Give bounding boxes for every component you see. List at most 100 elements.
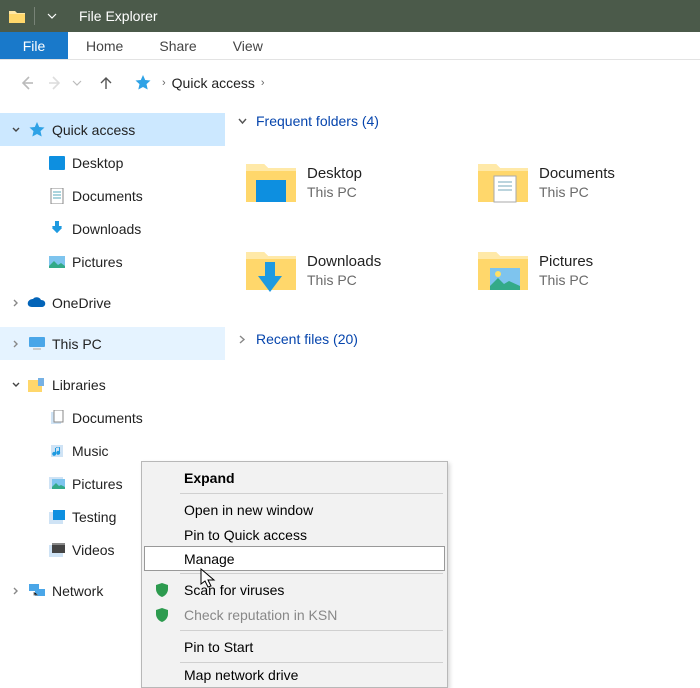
- folder-location: This PC: [307, 184, 362, 200]
- folder-name: Documents: [539, 165, 615, 182]
- breadcrumb[interactable]: › Quick access ›: [130, 69, 688, 97]
- menu-item-check-ksn: Check reputation in KSN: [144, 602, 445, 627]
- folder-name: Pictures: [539, 253, 593, 270]
- tab-share[interactable]: Share: [141, 32, 214, 59]
- menu-item-pin-quick-access[interactable]: Pin to Quick access: [144, 522, 445, 547]
- sidebar-item-label: Videos: [72, 542, 115, 558]
- folder-grid: Desktop This PC Documents This PC Down: [235, 143, 700, 319]
- sidebar-item-lib-documents[interactable]: Documents: [0, 401, 225, 434]
- sidebar-item-label: Testing: [72, 509, 116, 525]
- chevron-right-icon[interactable]: [6, 298, 26, 308]
- desktop-icon: [46, 156, 68, 170]
- chevron-down-icon[interactable]: [6, 125, 26, 135]
- titlebar-divider: [34, 7, 35, 25]
- testing-library-icon: [46, 510, 68, 524]
- tab-view[interactable]: View: [215, 32, 281, 59]
- folder-name: Desktop: [307, 165, 362, 182]
- sidebar-item-pictures[interactable]: Pictures: [0, 245, 225, 278]
- folder-downloads-icon: [235, 246, 307, 294]
- tab-home[interactable]: Home: [68, 32, 141, 59]
- sidebar-item-label: Downloads: [72, 221, 141, 237]
- sidebar-item-onedrive[interactable]: OneDrive: [0, 286, 225, 319]
- group-header-label: Recent files (20): [256, 331, 358, 347]
- navbar: › Quick access ›: [0, 60, 700, 105]
- forward-button[interactable]: [42, 69, 70, 97]
- sidebar-item-label: Quick access: [52, 122, 135, 138]
- folder-location: This PC: [539, 272, 593, 288]
- folder-item-downloads[interactable]: Downloads This PC: [235, 231, 467, 309]
- menu-item-manage[interactable]: Manage: [144, 546, 445, 571]
- sidebar-item-desktop[interactable]: Desktop: [0, 146, 225, 179]
- sidebar-item-label: Desktop: [72, 155, 123, 171]
- sidebar-item-label: OneDrive: [52, 295, 111, 311]
- folder-item-pictures[interactable]: Pictures This PC: [467, 231, 699, 309]
- onedrive-icon: [26, 296, 48, 310]
- library-icon: [26, 378, 48, 392]
- chevron-right-icon[interactable]: [6, 586, 26, 596]
- network-icon: [26, 584, 48, 598]
- sidebar-item-label: Documents: [72, 410, 143, 426]
- group-header-label: Frequent folders (4): [256, 113, 379, 129]
- menu-item-scan-viruses[interactable]: Scan for viruses: [144, 577, 445, 602]
- video-library-icon: [46, 543, 68, 557]
- menu-separator: [180, 662, 443, 663]
- folder-location: This PC: [539, 184, 615, 200]
- folder-item-desktop[interactable]: Desktop This PC: [235, 143, 467, 221]
- tab-file[interactable]: File: [0, 32, 68, 59]
- sidebar-item-this-pc[interactable]: This PC: [0, 327, 225, 360]
- context-menu: Expand Open in new window Pin to Quick a…: [141, 461, 448, 688]
- folder-item-documents[interactable]: Documents This PC: [467, 143, 699, 221]
- picture-library-icon: [46, 477, 68, 491]
- sidebar-item-quick-access[interactable]: Quick access: [0, 113, 225, 146]
- group-recent-files[interactable]: Recent files (20): [235, 331, 700, 347]
- menu-item-open-new-window[interactable]: Open in new window: [144, 497, 445, 522]
- shield-icon: [154, 607, 170, 623]
- chevron-right-icon[interactable]: ›: [261, 77, 265, 89]
- recent-dropdown[interactable]: [72, 80, 86, 86]
- sidebar-item-label: Pictures: [72, 476, 123, 492]
- up-button[interactable]: [92, 69, 120, 97]
- picture-icon: [46, 256, 68, 268]
- sidebar-item-label: Pictures: [72, 254, 123, 270]
- document-icon: [46, 188, 68, 204]
- menu-item-map-network-drive[interactable]: Map network drive: [144, 666, 445, 684]
- ribbon-tabs: File Home Share View: [0, 32, 700, 60]
- chevron-down-icon[interactable]: [6, 380, 26, 390]
- sidebar-item-label: Libraries: [52, 377, 106, 393]
- back-button[interactable]: [12, 69, 40, 97]
- sidebar-item-label: Documents: [72, 188, 143, 204]
- document-library-icon: [46, 410, 68, 426]
- menu-item-expand[interactable]: Expand: [144, 465, 445, 490]
- group-frequent-folders[interactable]: Frequent folders (4): [235, 113, 700, 129]
- menu-separator: [180, 493, 443, 494]
- shield-icon: [154, 582, 170, 598]
- folder-location: This PC: [307, 272, 381, 288]
- chevron-down-icon[interactable]: [237, 116, 248, 127]
- download-icon: [46, 221, 68, 237]
- menu-separator: [180, 573, 443, 574]
- menu-item-label: Scan for viruses: [184, 582, 284, 598]
- folder-documents-icon: [467, 158, 539, 206]
- menu-separator: [180, 630, 443, 631]
- folder-name: Downloads: [307, 253, 381, 270]
- chevron-right-icon[interactable]: [237, 334, 248, 345]
- chevron-right-icon[interactable]: [6, 339, 26, 349]
- folder-pictures-icon: [467, 246, 539, 294]
- sidebar-item-label: Music: [72, 443, 109, 459]
- star-icon: [134, 74, 152, 92]
- body: Quick access Desktop Documents Downloads: [0, 105, 700, 599]
- computer-icon: [26, 337, 48, 351]
- breadcrumb-text[interactable]: Quick access: [172, 75, 255, 91]
- chevron-down-icon[interactable]: [43, 7, 61, 25]
- sidebar-item-documents[interactable]: Documents: [0, 179, 225, 212]
- star-icon: [26, 121, 48, 139]
- sidebar-item-label: This PC: [52, 336, 102, 352]
- chevron-right-icon[interactable]: ›: [162, 77, 166, 89]
- sidebar-item-libraries[interactable]: Libraries: [0, 368, 225, 401]
- menu-item-pin-start[interactable]: Pin to Start: [144, 634, 445, 659]
- sidebar-item-label: Network: [52, 583, 103, 599]
- window-title: File Explorer: [79, 8, 158, 24]
- sidebar-item-downloads[interactable]: Downloads: [0, 212, 225, 245]
- titlebar: File Explorer: [0, 0, 700, 32]
- menu-item-label: Check reputation in KSN: [184, 607, 337, 623]
